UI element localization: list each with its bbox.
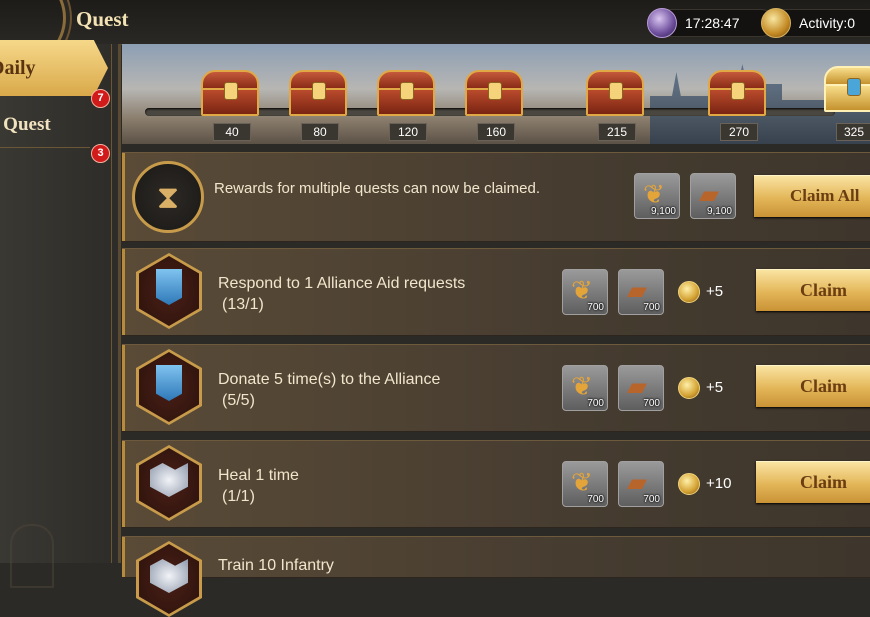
alliance-banner-icon bbox=[136, 253, 202, 329]
reward-qty: 700 bbox=[643, 398, 660, 409]
chest-label: 215 bbox=[598, 123, 636, 141]
claim-button[interactable]: Claim bbox=[756, 269, 870, 311]
tab-quest-label: e Quest bbox=[0, 114, 51, 135]
quest-notification-badge: 3 bbox=[91, 144, 110, 163]
quest-progress: (1/1) bbox=[222, 488, 255, 505]
claim-all-button[interactable]: Claim All bbox=[754, 175, 870, 217]
tab-quest[interactable]: e Quest bbox=[0, 108, 108, 148]
wood-icon: ▰ bbox=[627, 275, 647, 305]
lock-icon bbox=[400, 82, 414, 100]
reward-item[interactable]: ❦ 700 bbox=[562, 365, 608, 411]
wheat-icon: ❦ bbox=[643, 179, 665, 209]
chest-40[interactable] bbox=[201, 70, 259, 118]
reward-qty: 700 bbox=[587, 494, 604, 505]
reward-item[interactable]: ❦ 700 bbox=[562, 269, 608, 315]
activity-coin-icon bbox=[678, 281, 700, 303]
tab-daily[interactable]: Daily bbox=[0, 40, 108, 96]
wheat-icon: ❦ bbox=[571, 275, 593, 305]
activity-coin-icon bbox=[678, 377, 700, 399]
reward-qty: 700 bbox=[587, 302, 604, 313]
activity-counter[interactable]: Activity:0 bbox=[761, 8, 870, 38]
server-time: 17:28:47 bbox=[647, 8, 774, 38]
claim-button[interactable]: Claim bbox=[756, 461, 870, 503]
chest-label: 160 bbox=[477, 123, 515, 141]
activity-text: Activity:0 bbox=[799, 15, 856, 31]
reward-item[interactable]: ▰ 9,100 bbox=[690, 173, 736, 219]
reward-item[interactable]: ❦ 700 bbox=[562, 461, 608, 507]
activity-points: +10 bbox=[706, 475, 732, 492]
alliance-banner-icon bbox=[136, 349, 202, 425]
top-bar: Quest 17:28:47 Activity:0 bbox=[0, 0, 870, 66]
chest-label: 40 bbox=[213, 123, 251, 141]
quest-progress: (5/5) bbox=[222, 392, 255, 409]
page-title: Quest bbox=[76, 7, 129, 31]
lock-icon bbox=[488, 82, 502, 100]
hourglass-medal-icon: ⧗ bbox=[132, 161, 204, 233]
wood-icon: ▰ bbox=[627, 371, 647, 401]
wheat-icon: ❦ bbox=[571, 467, 593, 497]
chest-80[interactable] bbox=[289, 70, 347, 118]
quest-text: Donate 5 time(s) to the Alliance (5/5) bbox=[218, 369, 440, 411]
activity-coin-icon bbox=[678, 473, 700, 495]
lock-icon bbox=[609, 82, 623, 100]
reward-qty: 700 bbox=[643, 302, 660, 313]
tab-daily-label: Daily bbox=[0, 57, 36, 79]
wheat-icon: ❦ bbox=[571, 371, 593, 401]
quest-title: Respond to 1 Alliance Aid requests bbox=[218, 275, 466, 292]
chest-325[interactable] bbox=[824, 66, 870, 114]
quest-title: Donate 5 time(s) to the Alliance bbox=[218, 371, 441, 388]
quest-row: Respond to 1 Alliance Aid requests (13/1… bbox=[122, 248, 870, 336]
chest-label: 80 bbox=[301, 123, 339, 141]
reward-qty: 700 bbox=[587, 398, 604, 409]
reward-qty: 9,100 bbox=[706, 206, 732, 217]
activity-coin-icon bbox=[761, 8, 791, 38]
lock-icon bbox=[731, 82, 745, 100]
reward-item[interactable]: ▰ 700 bbox=[618, 365, 664, 411]
hourglass-icon bbox=[647, 8, 677, 38]
daily-notification-badge: 7 bbox=[91, 89, 110, 108]
activity-points: +5 bbox=[706, 283, 724, 300]
reward-item[interactable]: ❦ 9,100 bbox=[634, 173, 680, 219]
lock-icon bbox=[224, 82, 238, 100]
reward-qty: 9,100 bbox=[650, 206, 676, 217]
reward-item[interactable]: ▰ 700 bbox=[618, 461, 664, 507]
server-time-text: 17:28:47 bbox=[685, 15, 740, 31]
chest-label: 270 bbox=[720, 123, 758, 141]
chest-120[interactable] bbox=[377, 70, 435, 118]
quest-row: Donate 5 time(s) to the Alliance (5/5) ❦… bbox=[122, 344, 870, 432]
chest-215[interactable] bbox=[586, 70, 644, 118]
chest-270[interactable] bbox=[708, 70, 766, 118]
wood-icon: ▰ bbox=[627, 467, 647, 497]
quest-progress: (13/1) bbox=[222, 296, 264, 313]
chest-label: 120 bbox=[389, 123, 427, 141]
quest-text: Respond to 1 Alliance Aid requests (13/1… bbox=[218, 273, 465, 315]
activity-points: +5 bbox=[706, 379, 724, 396]
chest-160[interactable] bbox=[465, 70, 523, 118]
quest-row-partial: Train 10 Infantry bbox=[122, 536, 870, 617]
wood-icon: ▰ bbox=[699, 179, 719, 209]
claim-all-row: ⧗ Rewards for multiple quests can now be… bbox=[122, 152, 870, 242]
lock-icon bbox=[312, 82, 326, 100]
quest-title: Heal 1 time bbox=[218, 467, 299, 484]
quest-title: Train 10 Infantry bbox=[218, 557, 334, 574]
claim-all-message: Rewards for multiple quests can now be c… bbox=[214, 180, 540, 197]
chest-label: 325 bbox=[836, 123, 870, 141]
infantry-shield-icon bbox=[136, 541, 202, 617]
gem-icon bbox=[847, 78, 861, 96]
claim-button[interactable]: Claim bbox=[756, 365, 870, 407]
reward-item[interactable]: ▰ 700 bbox=[618, 269, 664, 315]
heal-shield-icon bbox=[136, 445, 202, 521]
quest-row: Heal 1 time (1/1) ❦ 700 ▰ 700 +10 Claim bbox=[122, 440, 870, 528]
decorative-ornament bbox=[10, 524, 54, 588]
reward-qty: 700 bbox=[643, 494, 660, 505]
quest-text: Heal 1 time (1/1) bbox=[218, 465, 299, 507]
